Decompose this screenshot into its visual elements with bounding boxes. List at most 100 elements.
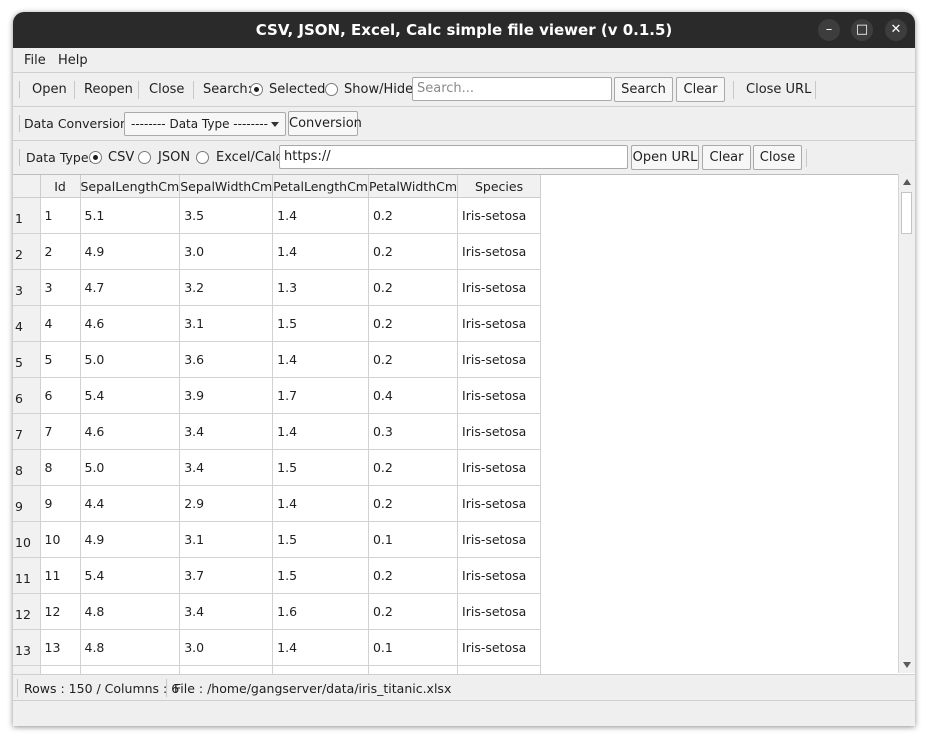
- table-cell[interactable]: 3.1: [179, 521, 274, 558]
- table-row[interactable]: 4 4 4.6 3.1 1.5 0.2 Iris-setosa: [13, 305, 542, 342]
- table-cell[interactable]: 3.2: [179, 269, 274, 306]
- table-row[interactable]: 13 13 4.8 3.0 1.4 0.1 Iris-setosa: [13, 629, 542, 666]
- row-header[interactable]: 14: [13, 665, 41, 674]
- radio-csv-label[interactable]: CSV: [108, 150, 134, 165]
- table-cell[interactable]: 0.1: [368, 521, 459, 558]
- table-cell[interactable]: Iris-setosa: [457, 377, 542, 414]
- row-header[interactable]: 7: [13, 413, 41, 450]
- url-input[interactable]: https://: [279, 145, 628, 169]
- table-cell[interactable]: 3.0: [179, 629, 274, 666]
- table-cell[interactable]: 0.2: [368, 269, 459, 306]
- table-cell[interactable]: 1.4: [272, 233, 369, 270]
- table-cell[interactable]: 0.2: [368, 557, 459, 594]
- radio-showhide[interactable]: [325, 83, 338, 96]
- table-cell[interactable]: 6: [40, 377, 81, 414]
- table-cell[interactable]: 1.4: [272, 197, 369, 234]
- reopen-button[interactable]: Reopen: [84, 82, 133, 97]
- table-cell[interactable]: 3.5: [179, 197, 274, 234]
- close-url-toolbar-button[interactable]: Close: [753, 145, 802, 170]
- table-cell[interactable]: 8: [40, 449, 81, 486]
- table-row[interactable]: 3 3 4.7 3.2 1.3 0.2 Iris-setosa: [13, 269, 542, 306]
- table-cell[interactable]: 13: [40, 629, 81, 666]
- table-row[interactable]: 10 10 4.9 3.1 1.5 0.1 Iris-setosa: [13, 521, 542, 558]
- row-header[interactable]: 9: [13, 485, 41, 522]
- open-button[interactable]: Open: [32, 82, 67, 97]
- close-url-button[interactable]: Close URL: [746, 82, 811, 97]
- table-cell[interactable]: 5.0: [80, 341, 181, 378]
- table-cell[interactable]: 4.6: [80, 413, 181, 450]
- table-cell[interactable]: 7: [40, 413, 81, 450]
- maximize-icon[interactable]: □: [851, 19, 873, 41]
- column-header[interactable]: SepalWidthCm: [179, 175, 274, 198]
- column-header[interactable]: PetalLengthCm: [272, 175, 369, 198]
- row-header[interactable]: 13: [13, 629, 41, 666]
- table-cell[interactable]: 1.3: [272, 269, 369, 306]
- table-cell[interactable]: 0.2: [368, 305, 459, 342]
- table-cell[interactable]: Iris-setosa: [457, 269, 542, 306]
- table-cell[interactable]: 3.4: [179, 593, 274, 630]
- table-cell[interactable]: 4.7: [80, 269, 181, 306]
- row-header[interactable]: 8: [13, 449, 41, 486]
- scrollbar-thumb[interactable]: [901, 192, 912, 234]
- clear-search-button[interactable]: Clear: [676, 77, 725, 102]
- search-input[interactable]: Search...: [412, 77, 612, 101]
- table-cell[interactable]: 0.2: [368, 341, 459, 378]
- row-header[interactable]: 10: [13, 521, 41, 558]
- table-cell[interactable]: Iris-setosa: [457, 521, 542, 558]
- row-header[interactable]: 5: [13, 341, 41, 378]
- table-cell[interactable]: 4.4: [80, 485, 181, 522]
- table-cell[interactable]: 3.4: [179, 413, 274, 450]
- table-cell[interactable]: 3.7: [179, 557, 274, 594]
- menu-help[interactable]: Help: [58, 53, 88, 68]
- table-row[interactable]: 12 12 4.8 3.4 1.6 0.2 Iris-setosa: [13, 593, 542, 630]
- column-header[interactable]: SepalLengthCm: [80, 175, 181, 198]
- close-icon[interactable]: ✕: [885, 19, 907, 41]
- table-cell[interactable]: 5.1: [80, 197, 181, 234]
- table-cell[interactable]: 9: [40, 485, 81, 522]
- table-cell[interactable]: 4.9: [80, 233, 181, 270]
- search-button[interactable]: Search: [614, 77, 673, 102]
- table-cell[interactable]: 4.8: [80, 629, 181, 666]
- table-cell[interactable]: 3.4: [179, 449, 274, 486]
- table-cell[interactable]: 0.2: [368, 485, 459, 522]
- table-cell[interactable]: 0.3: [368, 413, 459, 450]
- table-cell[interactable]: 0.2: [368, 593, 459, 630]
- radio-selected[interactable]: [250, 83, 263, 96]
- table-cell[interactable]: 1.5: [272, 449, 369, 486]
- table-cell[interactable]: 2.9: [179, 485, 274, 522]
- radio-excel-label[interactable]: Excel/Calc: [216, 150, 283, 165]
- table-cell[interactable]: 0.1: [368, 629, 459, 666]
- column-header[interactable]: Species: [457, 175, 542, 198]
- scroll-down-icon[interactable]: [903, 662, 911, 668]
- table-cell[interactable]: 4.9: [80, 521, 181, 558]
- table-cell[interactable]: 0.2: [368, 233, 459, 270]
- table-cell[interactable]: Iris-setosa: [457, 665, 542, 674]
- conversion-button[interactable]: Conversion: [288, 111, 362, 136]
- row-header[interactable]: 2: [13, 233, 41, 270]
- table-cell[interactable]: 1.5: [272, 305, 369, 342]
- clear-url-button[interactable]: Clear: [702, 145, 751, 170]
- row-header[interactable]: 4: [13, 305, 41, 342]
- table-cell[interactable]: Iris-setosa: [457, 305, 542, 342]
- table-row[interactable]: 9 9 4.4 2.9 1.4 0.2 Iris-setosa: [13, 485, 542, 522]
- corner-cell[interactable]: [13, 175, 41, 198]
- table-cell[interactable]: 1.5: [272, 557, 369, 594]
- row-header[interactable]: 1: [13, 197, 41, 234]
- table-row[interactable]: 6 6 5.4 3.9 1.7 0.4 Iris-setosa: [13, 377, 542, 414]
- table-cell[interactable]: 11: [40, 557, 81, 594]
- table-row[interactable]: 7 7 4.6 3.4 1.4 0.3 Iris-setosa: [13, 413, 542, 450]
- radio-showhide-label[interactable]: Show/Hide: [344, 82, 413, 97]
- table-cell[interactable]: Iris-setosa: [457, 557, 542, 594]
- table-cell[interactable]: 1.4: [272, 341, 369, 378]
- minimize-icon[interactable]: –: [818, 19, 840, 41]
- table-cell[interactable]: Iris-setosa: [457, 197, 542, 234]
- close-button[interactable]: Close: [149, 82, 184, 97]
- table-cell[interactable]: 1.4: [272, 629, 369, 666]
- table-cell[interactable]: 2: [40, 233, 81, 270]
- row-header[interactable]: 3: [13, 269, 41, 306]
- radio-json-label[interactable]: JSON: [158, 150, 190, 165]
- open-url-button[interactable]: Open URL: [631, 145, 699, 170]
- table-cell[interactable]: 1.4: [272, 485, 369, 522]
- table-cell[interactable]: 3.0: [179, 233, 274, 270]
- table-cell[interactable]: 0.2: [368, 197, 459, 234]
